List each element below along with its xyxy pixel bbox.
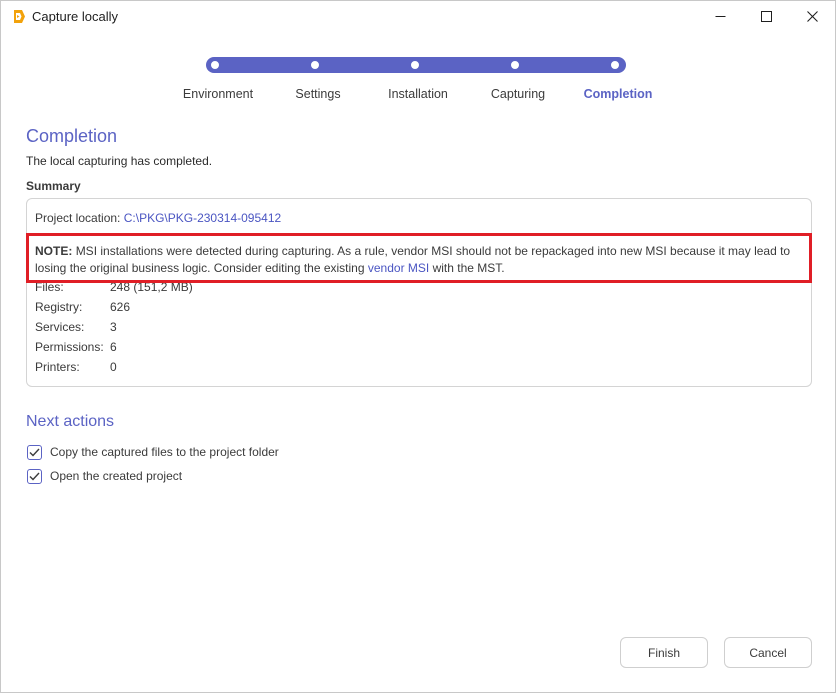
wizard-stepper	[206, 56, 626, 74]
copy-files-option[interactable]: Copy the captured files to the project f…	[27, 444, 279, 460]
step-dot-environment	[209, 59, 221, 71]
cancel-button[interactable]: Cancel	[724, 637, 812, 668]
stat-value-services: 3	[110, 320, 117, 334]
step-label-settings: Settings	[295, 87, 341, 101]
copy-files-label: Copy the captured files to the project f…	[50, 445, 279, 459]
stat-value-permissions: 6	[110, 340, 117, 354]
note-prefix: NOTE:	[35, 244, 73, 258]
step-dot-capturing	[509, 59, 521, 71]
project-location-link[interactable]: C:\PKG\PKG-230314-095412	[124, 211, 281, 225]
copy-files-checkbox[interactable]	[27, 444, 42, 460]
open-project-option[interactable]: Open the created project	[27, 468, 182, 484]
app-logo-icon	[11, 9, 26, 24]
checkmark-icon	[29, 472, 40, 481]
step-label-completion: Completion	[583, 87, 653, 101]
step-label-installation: Installation	[388, 87, 448, 101]
maximize-button[interactable]	[743, 1, 789, 32]
completion-message: The local capturing has completed.	[26, 154, 213, 168]
close-icon	[806, 11, 818, 22]
stat-label-printers: Printers:	[35, 360, 80, 374]
finish-button[interactable]: Finish	[620, 637, 708, 668]
summary-heading: Summary	[26, 179, 81, 193]
vendor-msi-link[interactable]: vendor MSI	[368, 261, 429, 275]
capture-window: Capture locally Environment Settings Ins…	[0, 0, 836, 693]
open-project-checkbox[interactable]	[27, 468, 42, 484]
stat-value-printers: 0	[110, 360, 117, 374]
step-label-environment: Environment	[182, 87, 254, 101]
open-project-label: Open the created project	[50, 469, 183, 483]
note-suffix: with the MST.	[432, 261, 505, 275]
step-dot-completion	[609, 59, 621, 71]
step-label-capturing: Capturing	[490, 87, 546, 101]
project-location: Project location: C:\PKG\PKG-230314-0954…	[35, 211, 281, 225]
step-dot-installation	[409, 59, 421, 71]
project-location-label: Project location:	[35, 211, 121, 225]
stat-label-services: Services:	[35, 320, 85, 334]
maximize-icon	[760, 11, 772, 22]
minimize-button[interactable]	[697, 1, 743, 32]
step-dot-settings	[309, 59, 321, 71]
stat-label-permissions: Permissions:	[35, 340, 104, 354]
minimize-icon	[715, 16, 725, 17]
close-button[interactable]	[789, 1, 835, 32]
page-title: Completion	[26, 126, 118, 146]
window-title: Capture locally	[32, 9, 118, 24]
title-bar: Capture locally	[1, 1, 835, 32]
stat-value-registry: 626	[110, 300, 131, 314]
stat-label-registry: Registry:	[35, 300, 83, 314]
next-actions-heading: Next actions	[26, 413, 115, 430]
msi-note-text: NOTE: MSI installations were detected du…	[35, 243, 805, 277]
checkmark-icon	[29, 448, 40, 457]
